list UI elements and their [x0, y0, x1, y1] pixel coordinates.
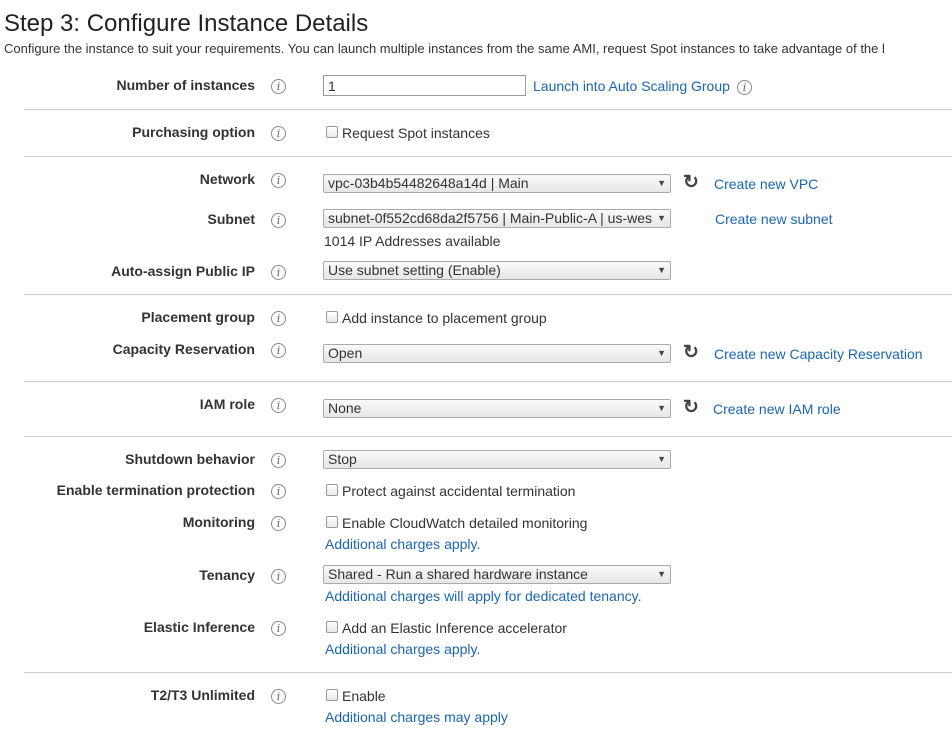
subnet-label: Subnet: [207, 211, 255, 227]
chevron-down-icon: ▼: [657, 178, 666, 188]
subnet-select-value: subnet-0f552cd68da2f5756 | Main-Public-A…: [328, 210, 652, 226]
tenancy-select[interactable]: Shared - Run a shared hardware instance …: [323, 565, 671, 584]
monitoring-checkbox[interactable]: [326, 516, 338, 528]
info-icon[interactable]: i: [271, 689, 286, 704]
create-vpc-link[interactable]: Create new VPC: [714, 176, 818, 192]
capacity-reservation-select-value: Open: [328, 345, 363, 361]
t2t3-unlimited-checkbox[interactable]: [326, 689, 338, 701]
elastic-inference-charges-link[interactable]: Additional charges apply.: [325, 641, 480, 657]
placement-group-label: Placement group: [141, 309, 255, 325]
shutdown-behavior-label: Shutdown behavior: [125, 451, 255, 467]
create-iam-role-link[interactable]: Create new IAM role: [713, 401, 841, 417]
info-icon[interactable]: i: [271, 398, 286, 413]
chevron-down-icon: ▼: [657, 454, 666, 464]
subnet-ip-available: 1014 IP Addresses available: [324, 233, 501, 249]
page-title: Step 3: Configure Instance Details: [4, 10, 369, 37]
t2t3-unlimited-label: T2/T3 Unlimited: [150, 687, 255, 703]
info-icon[interactable]: i: [271, 569, 286, 584]
public-ip-label: Auto-assign Public IP: [111, 263, 255, 279]
chevron-down-icon: ▼: [657, 403, 666, 413]
iam-role-select-value: None: [328, 400, 362, 416]
separator: [24, 672, 952, 673]
elastic-inference-label: Elastic Inference: [143, 619, 255, 635]
chevron-down-icon: ▼: [657, 265, 666, 275]
termination-protection-label: Enable termination protection: [56, 482, 255, 498]
capacity-reservation-select[interactable]: Open ▼: [323, 344, 671, 363]
chevron-down-icon: ▼: [657, 348, 666, 358]
tenancy-label: Tenancy: [199, 567, 255, 583]
info-icon[interactable]: i: [271, 126, 286, 141]
t2t3-charges-link[interactable]: Additional charges may apply: [325, 709, 508, 725]
public-ip-select[interactable]: Use subnet setting (Enable) ▼: [323, 261, 671, 280]
elastic-inference-checkbox-label: Add an Elastic Inference accelerator: [342, 620, 567, 636]
info-icon[interactable]: i: [271, 213, 286, 228]
public-ip-select-value: Use subnet setting (Enable): [328, 262, 501, 278]
chevron-down-icon: ▼: [657, 213, 666, 223]
subnet-select[interactable]: subnet-0f552cd68da2f5756 | Main-Public-A…: [323, 209, 671, 228]
termination-protection-checkbox[interactable]: [326, 484, 338, 496]
separator: [24, 436, 952, 437]
page-subtitle: Configure the instance to suit your requ…: [4, 41, 885, 56]
separator: [24, 156, 952, 157]
number-of-instances-label: Number of instances: [116, 77, 255, 93]
monitoring-checkbox-label: Enable CloudWatch detailed monitoring: [342, 515, 588, 531]
create-subnet-link[interactable]: Create new subnet: [715, 211, 833, 227]
t2t3-unlimited-checkbox-label: Enable: [342, 688, 386, 704]
launch-asg-link[interactable]: Launch into Auto Scaling Group: [533, 78, 730, 94]
info-icon[interactable]: i: [271, 484, 286, 499]
info-icon[interactable]: i: [271, 265, 286, 280]
refresh-iam-icon[interactable]: ↻: [683, 396, 699, 419]
info-icon[interactable]: i: [271, 173, 286, 188]
tenancy-select-value: Shared - Run a shared hardware instance: [328, 566, 588, 582]
shutdown-behavior-select[interactable]: Stop ▼: [323, 450, 671, 469]
placement-group-checkbox-label: Add instance to placement group: [342, 310, 547, 326]
elastic-inference-checkbox[interactable]: [326, 621, 338, 633]
create-capacity-reservation-link[interactable]: Create new Capacity Reservation: [714, 346, 923, 362]
spot-instances-checkbox[interactable]: [326, 126, 338, 138]
shutdown-behavior-select-value: Stop: [328, 451, 357, 467]
placement-group-checkbox[interactable]: [326, 311, 338, 323]
separator: [24, 381, 952, 382]
monitoring-label: Monitoring: [182, 514, 255, 530]
network-label: Network: [199, 171, 255, 187]
info-icon[interactable]: i: [271, 311, 286, 326]
termination-protection-checkbox-label: Protect against accidental termination: [342, 483, 576, 499]
purchasing-option-label: Purchasing option: [132, 124, 255, 140]
iam-role-label: IAM role: [199, 396, 255, 412]
info-icon[interactable]: i: [271, 516, 286, 531]
monitoring-charges-link[interactable]: Additional charges apply.: [325, 536, 480, 552]
number-of-instances-input[interactable]: [323, 75, 526, 96]
info-icon[interactable]: i: [271, 343, 286, 358]
info-icon[interactable]: i: [737, 80, 752, 95]
info-icon[interactable]: i: [271, 621, 286, 636]
separator: [24, 109, 952, 110]
refresh-network-icon[interactable]: ↻: [683, 171, 699, 194]
chevron-down-icon: ▼: [657, 569, 666, 579]
refresh-capacity-icon[interactable]: ↻: [683, 341, 699, 364]
separator: [24, 294, 952, 295]
tenancy-charges-link[interactable]: Additional charges will apply for dedica…: [325, 588, 641, 604]
network-select-value: vpc-03b4b54482648a14d | Main: [328, 175, 529, 191]
network-select[interactable]: vpc-03b4b54482648a14d | Main ▼: [323, 174, 671, 193]
iam-role-select[interactable]: None ▼: [323, 399, 671, 418]
info-icon[interactable]: i: [271, 453, 286, 468]
spot-instances-checkbox-label: Request Spot instances: [342, 125, 490, 141]
info-icon[interactable]: i: [271, 79, 286, 94]
capacity-reservation-label: Capacity Reservation: [112, 341, 255, 357]
